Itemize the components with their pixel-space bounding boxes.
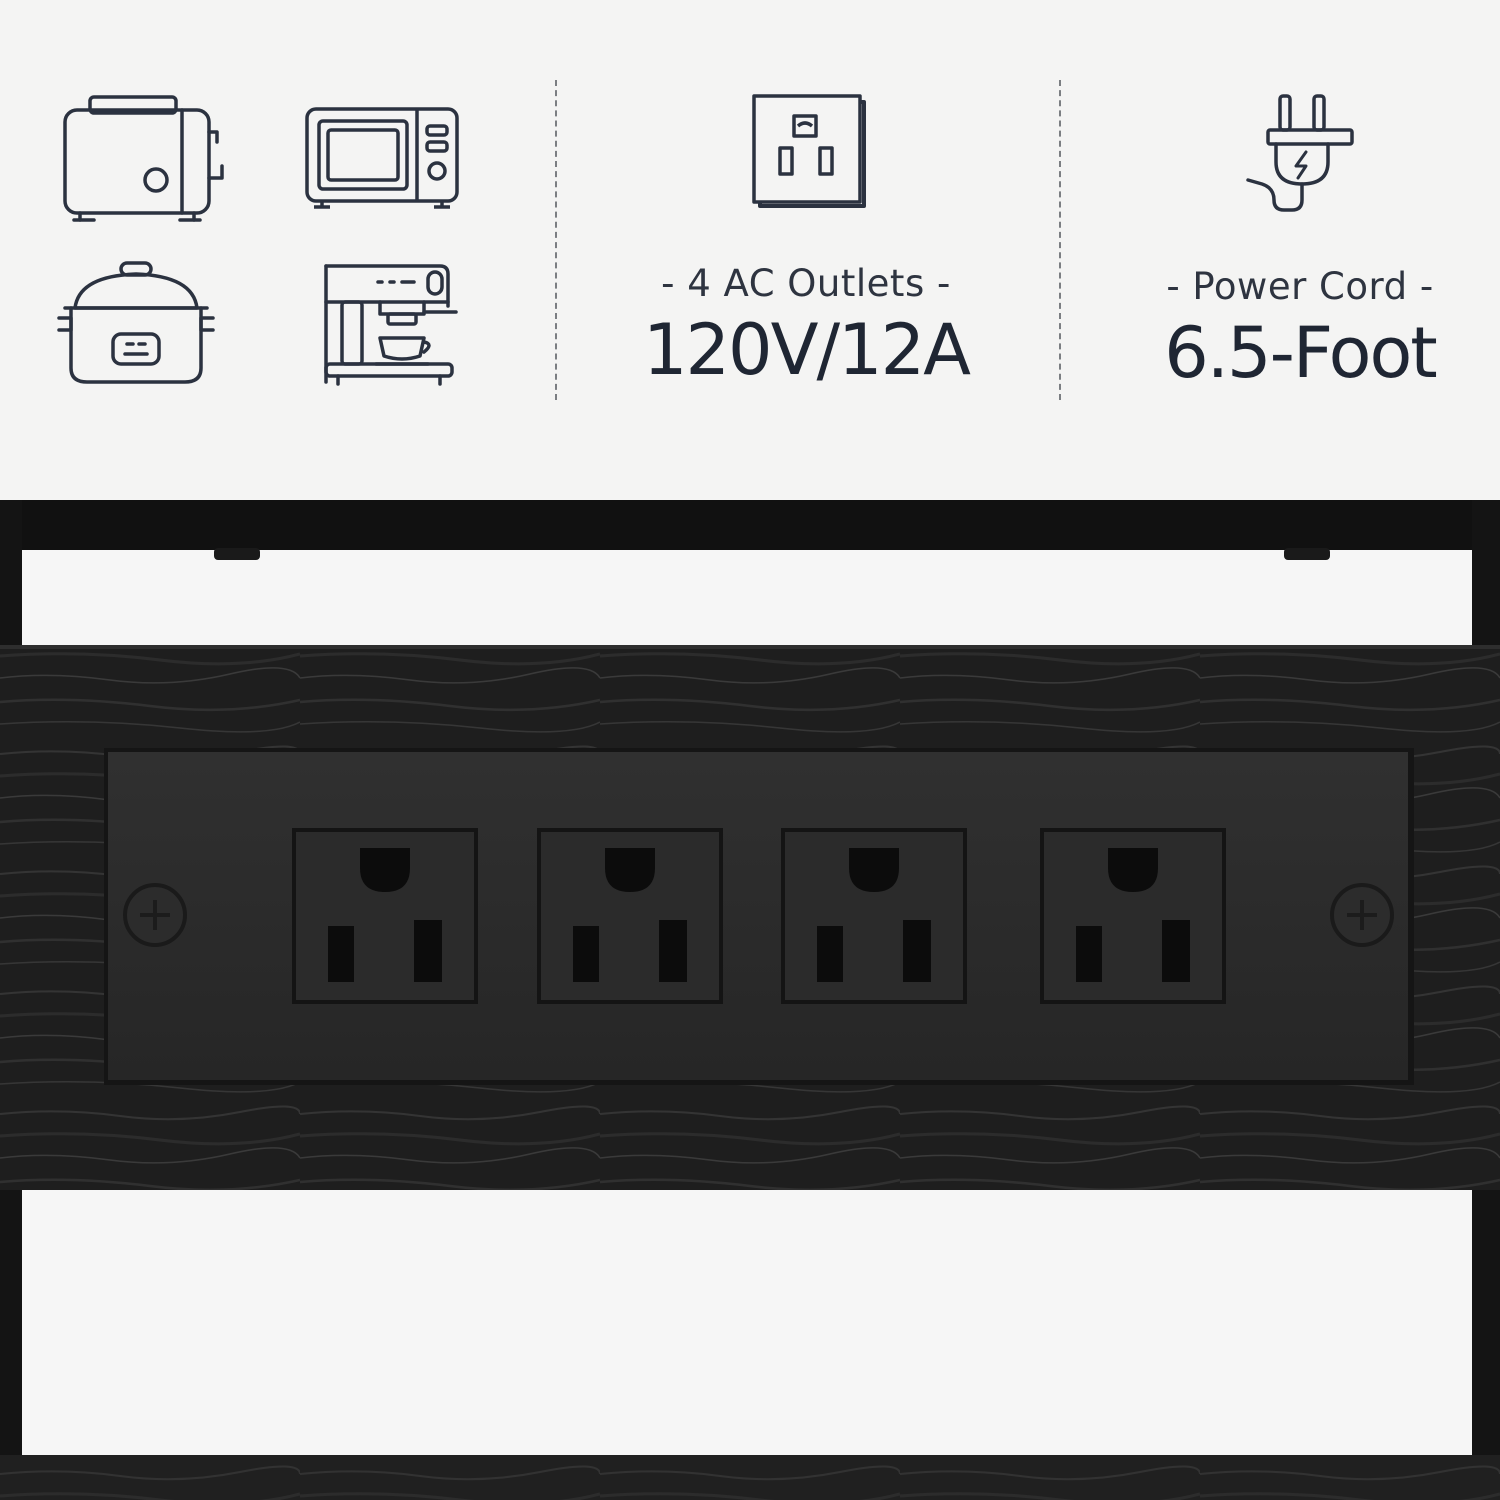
dashed-divider <box>1059 80 1061 400</box>
power-cord-value: 6.5-Foot <box>1164 312 1437 394</box>
ac-outlet-icon <box>752 94 866 208</box>
coffee-machine-icon <box>324 264 458 386</box>
ac-outlets-value: 120V/12A <box>642 309 971 391</box>
dashed-divider <box>555 80 557 400</box>
rice-cooker-icon <box>57 261 215 384</box>
microwave-icon <box>305 107 459 209</box>
ac-outlets-spec: - 4 AC Outlets - 120V/12A <box>606 262 1006 391</box>
outlet-panel <box>104 748 1414 1085</box>
feature-info-band: - 4 AC Outlets - 120V/12A - Power Cord -… <box>0 0 1500 500</box>
outlet-receptacle <box>537 828 723 1004</box>
power-cord-spec: - Power Cord - 6.5-Foot <box>1100 265 1500 394</box>
power-plug-icon <box>1246 94 1354 212</box>
screw-icon <box>123 883 187 947</box>
ac-outlets-label: - 4 AC Outlets - <box>661 262 951 305</box>
product-feature-image: - 4 AC Outlets - 120V/12A - Power Cord -… <box>0 0 1500 1500</box>
power-cord-label: - Power Cord - <box>1166 265 1434 308</box>
outlet-receptacle <box>781 828 967 1004</box>
screw-icon <box>1330 883 1394 947</box>
product-photo <box>0 500 1500 1500</box>
toaster-icon <box>63 95 224 222</box>
outlet-receptacle <box>292 828 478 1004</box>
outlet-receptacle <box>1040 828 1226 1004</box>
